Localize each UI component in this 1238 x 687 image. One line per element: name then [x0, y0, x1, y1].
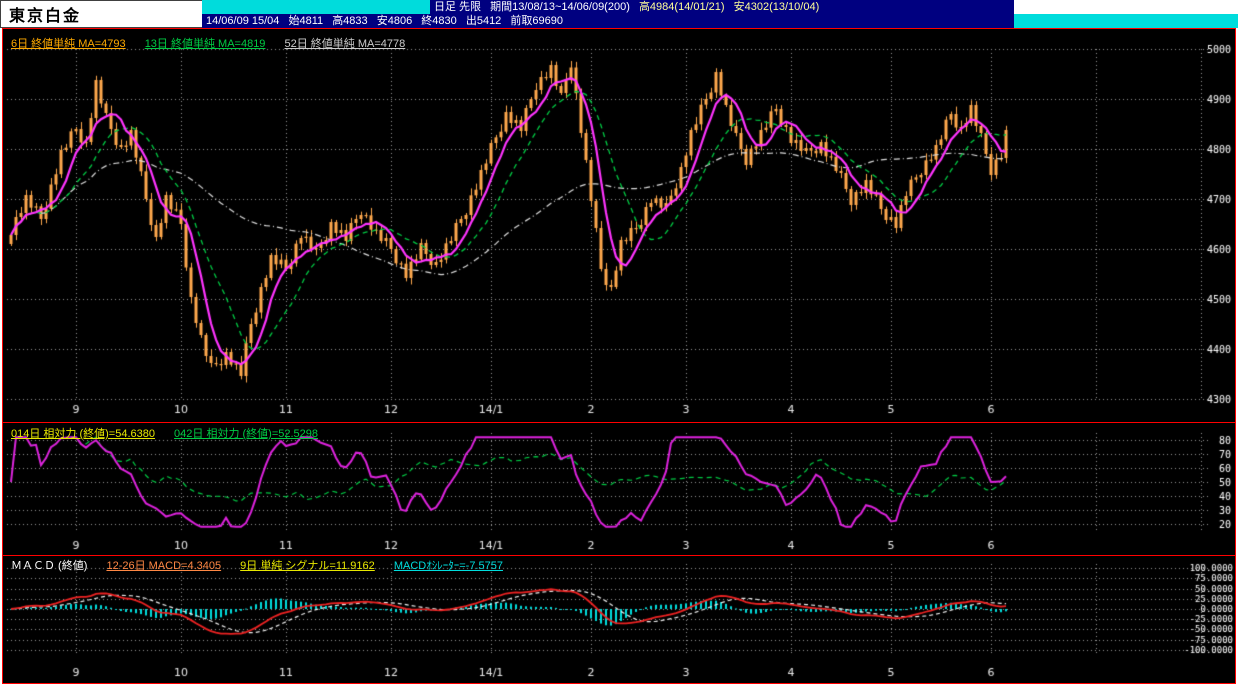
quote-open: 始4811 — [288, 15, 324, 27]
contract-type: 日足 先限 — [434, 1, 482, 13]
header-cyan-strip-2 — [1014, 14, 1238, 28]
chart-area: 6日 終値単純 MA=4793 13日 終値単純 MA=4819 52日 終値単… — [2, 28, 1236, 684]
period-low: 安4302(13/10/04) — [733, 1, 820, 13]
chart-period: 期間13/08/13~14/06/09(200) — [490, 1, 630, 13]
macd-panel: ＭＡＣＤ (終値) 12-26日 MACD=4.3405 9日 単純 シグナル=… — [3, 556, 1235, 683]
header-white-strip — [1014, 0, 1238, 14]
quote-info-bar: 14/06/09 15/04 始4811 高4833 安4806 終4830 出… — [202, 14, 1014, 28]
quote-datetime: 14/06/09 15/04 — [206, 15, 280, 27]
quote-high: 高4833 — [332, 15, 368, 27]
instrument-title-box: 東京白金 — [0, 0, 204, 28]
period-high: 高4984(14/01/21) — [638, 1, 725, 13]
candlestick-chart-canvas[interactable] — [3, 29, 1235, 422]
header-bar: 東京白金 日足 先限 期間13/08/13~14/06/09(200) 高498… — [0, 0, 1238, 28]
rsi-chart-canvas[interactable] — [3, 423, 1235, 555]
rsi-panel: 014日 相対力 (終値)=54.6380 042日 相対力 (終値)=52.5… — [3, 423, 1235, 555]
quote-close: 終4830 — [421, 15, 457, 27]
header-cyan-strip — [202, 0, 430, 14]
trading-terminal-window: 東京白金 日足 先限 期間13/08/13~14/06/09(200) 高498… — [0, 0, 1238, 687]
quote-open-interest: 前取69690 — [510, 15, 563, 27]
price-chart-panel: 6日 終値単純 MA=4793 13日 終値単純 MA=4819 52日 終値単… — [3, 29, 1235, 422]
quote-low: 安4806 — [376, 15, 413, 27]
instrument-name: 東京白金 — [9, 8, 82, 25]
contract-info-bar: 日足 先限 期間13/08/13~14/06/09(200) 高4984(14/… — [430, 0, 1014, 14]
quote-volume: 出5412 — [465, 15, 502, 27]
macd-chart-canvas[interactable] — [3, 556, 1235, 683]
